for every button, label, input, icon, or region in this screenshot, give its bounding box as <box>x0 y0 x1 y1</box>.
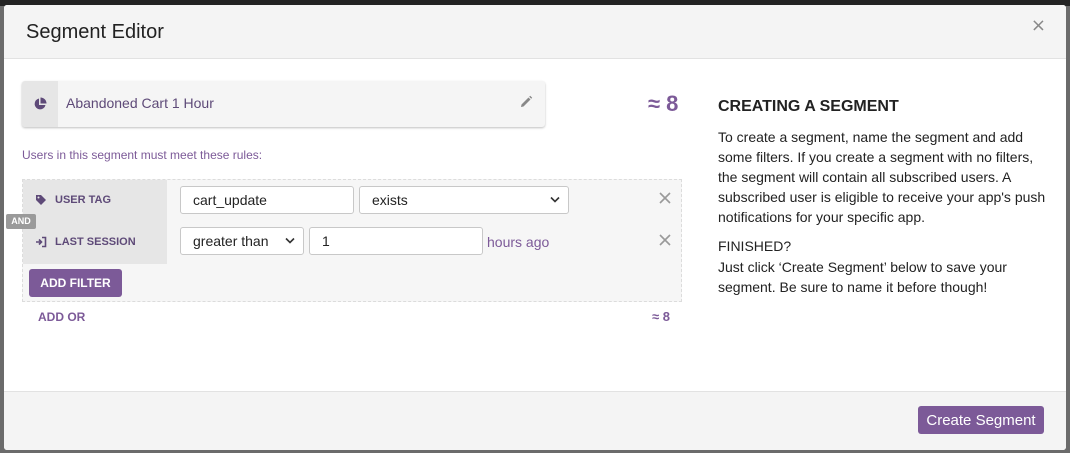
help-finished-body: Just click ‘Create Segment’ below to sav… <box>718 259 1007 295</box>
close-icon[interactable]: × <box>1031 15 1046 36</box>
help-finished-title: FINISHED? <box>718 238 792 254</box>
chevron-down-icon <box>285 237 295 244</box>
segment-icon-cell <box>22 81 58 127</box>
and-badge: AND <box>6 214 36 229</box>
segment-editor-modal: Segment Editor × Abandoned Cart 1 Hour ≈… <box>4 5 1066 450</box>
add-filter-button[interactable]: ADD FILTER <box>29 269 122 297</box>
filter-group: USER TAG LAST SESSION cart_update exists… <box>22 179 682 302</box>
sign-in-icon <box>36 236 47 248</box>
remove-filter-icon[interactable] <box>659 234 671 246</box>
filter-label-text: LAST SESSION <box>55 236 136 248</box>
filter-label-column: USER TAG LAST SESSION <box>23 180 167 264</box>
filter-label-text: USER TAG <box>55 194 112 206</box>
chevron-down-icon <box>550 196 560 203</box>
group-estimate: ≈ 8 <box>652 309 670 324</box>
help-title: CREATING A SEGMENT <box>718 98 899 115</box>
pencil-icon[interactable] <box>519 95 533 109</box>
user-tag-operator-select[interactable]: exists <box>359 186 569 214</box>
last-session-operator-select[interactable]: greater than <box>180 227 304 255</box>
last-session-value-input[interactable]: 1 <box>309 227 483 255</box>
rules-label: Users in this segment must meet these ru… <box>22 148 263 162</box>
hours-ago-label: hours ago <box>487 234 550 250</box>
modal-header: Segment Editor × <box>4 5 1066 59</box>
user-tag-key-input[interactable]: cart_update <box>180 186 354 214</box>
filter-label-user-tag: USER TAG <box>35 194 111 206</box>
filter-label-last-session: LAST SESSION <box>35 236 136 248</box>
add-or-link[interactable]: ADD OR <box>38 310 85 324</box>
segment-estimate: ≈ 8 <box>648 91 679 116</box>
create-segment-button[interactable]: Create Segment <box>918 406 1044 434</box>
modal-title: Segment Editor <box>26 21 164 43</box>
modal-footer: Create Segment <box>4 391 1066 450</box>
pie-chart-icon <box>34 97 47 110</box>
segment-name: Abandoned Cart 1 Hour <box>66 95 214 111</box>
remove-filter-icon[interactable] <box>659 192 671 204</box>
segment-name-card[interactable]: Abandoned Cart 1 Hour <box>22 81 545 127</box>
tag-icon <box>36 195 46 205</box>
help-body: To create a segment, name the segment an… <box>718 129 1046 225</box>
select-value: greater than <box>193 233 269 249</box>
select-value: exists <box>372 192 408 208</box>
